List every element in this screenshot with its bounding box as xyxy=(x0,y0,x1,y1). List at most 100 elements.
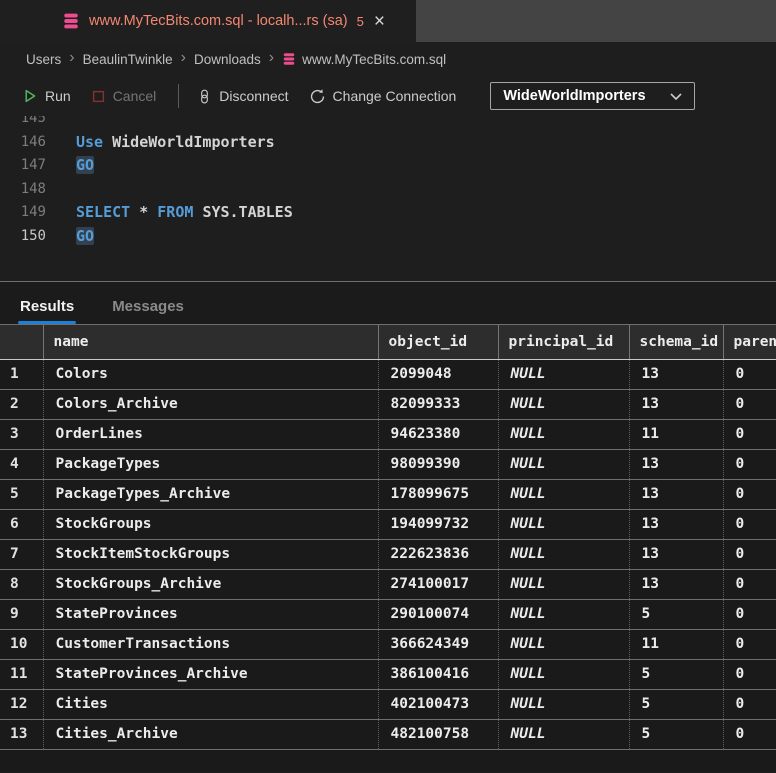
row-number-cell[interactable]: 11 xyxy=(0,659,43,689)
table-cell[interactable]: NULL xyxy=(498,599,629,629)
row-number-cell[interactable]: 5 xyxy=(0,479,43,509)
table-cell[interactable]: 366624349 xyxy=(378,629,498,659)
breadcrumb-item-users[interactable]: Users xyxy=(26,52,61,67)
table-cell[interactable]: 2099048 xyxy=(378,359,498,389)
table-cell[interactable]: NULL xyxy=(498,689,629,719)
table-row[interactable]: 11StateProvinces_Archive386100416NULL50 xyxy=(0,659,776,689)
table-cell[interactable]: 0 xyxy=(723,479,776,509)
row-number-cell[interactable]: 8 xyxy=(0,569,43,599)
table-cell[interactable]: NULL xyxy=(498,479,629,509)
table-cell[interactable]: NULL xyxy=(498,629,629,659)
table-cell[interactable]: 290100074 xyxy=(378,599,498,629)
table-cell[interactable]: OrderLines xyxy=(43,419,378,449)
breadcrumb-item-beaulintwinkle[interactable]: BeaulinTwinkle xyxy=(83,52,173,67)
column-header-schema_id[interactable]: schema_id xyxy=(629,325,723,359)
table-cell[interactable]: StateProvinces xyxy=(43,599,378,629)
table-cell[interactable]: NULL xyxy=(498,659,629,689)
tab-messages[interactable]: Messages xyxy=(112,298,184,315)
table-cell[interactable]: 13 xyxy=(629,389,723,419)
table-row[interactable]: 5PackageTypes_Archive178099675NULL130 xyxy=(0,479,776,509)
table-cell[interactable]: StateProvinces_Archive xyxy=(43,659,378,689)
table-cell[interactable]: NULL xyxy=(498,449,629,479)
table-cell[interactable]: 194099732 xyxy=(378,509,498,539)
table-row[interactable]: 1Colors2099048NULL130 xyxy=(0,359,776,389)
table-cell[interactable]: 0 xyxy=(723,659,776,689)
editor-tab[interactable]: www.MyTecBits.com.sql - localh...rs (sa)… xyxy=(0,0,416,42)
table-cell[interactable]: 386100416 xyxy=(378,659,498,689)
table-cell[interactable]: 5 xyxy=(629,689,723,719)
table-cell[interactable]: 11 xyxy=(629,629,723,659)
table-cell[interactable]: 0 xyxy=(723,419,776,449)
table-cell[interactable]: 0 xyxy=(723,689,776,719)
close-icon[interactable]: × xyxy=(374,12,385,31)
row-number-cell[interactable]: 1 xyxy=(0,359,43,389)
row-number-cell[interactable]: 6 xyxy=(0,509,43,539)
row-number-cell[interactable]: 12 xyxy=(0,689,43,719)
table-cell[interactable]: 0 xyxy=(723,389,776,419)
table-cell[interactable]: NULL xyxy=(498,419,629,449)
table-row[interactable]: 9StateProvinces290100074NULL50 xyxy=(0,599,776,629)
disconnect-button[interactable]: Disconnect xyxy=(197,88,288,104)
table-row[interactable]: 10CustomerTransactions366624349NULL110 xyxy=(0,629,776,659)
table-cell[interactable]: StockItemStockGroups xyxy=(43,539,378,569)
table-cell[interactable]: 0 xyxy=(723,449,776,479)
row-number-header[interactable] xyxy=(0,325,43,359)
table-cell[interactable]: 13 xyxy=(629,479,723,509)
table-row[interactable]: 6StockGroups194099732NULL130 xyxy=(0,509,776,539)
table-cell[interactable]: Colors_Archive xyxy=(43,389,378,419)
row-number-cell[interactable]: 2 xyxy=(0,389,43,419)
table-cell[interactable]: 94623380 xyxy=(378,419,498,449)
column-header-principal_id[interactable]: principal_id xyxy=(498,325,629,359)
table-cell[interactable]: 482100758 xyxy=(378,719,498,749)
table-row[interactable]: 3OrderLines94623380NULL110 xyxy=(0,419,776,449)
row-number-cell[interactable]: 10 xyxy=(0,629,43,659)
database-select-dropdown[interactable]: WideWorldImporters xyxy=(490,82,694,110)
table-cell[interactable]: 82099333 xyxy=(378,389,498,419)
table-cell[interactable]: NULL xyxy=(498,359,629,389)
table-cell[interactable]: 0 xyxy=(723,629,776,659)
breadcrumb-item-filename[interactable]: www.MyTecBits.com.sql xyxy=(302,52,446,67)
table-row[interactable]: 4PackageTypes98099390NULL130 xyxy=(0,449,776,479)
table-cell[interactable]: Cities xyxy=(43,689,378,719)
table-cell[interactable]: 0 xyxy=(723,539,776,569)
table-cell[interactable]: PackageTypes_Archive xyxy=(43,479,378,509)
table-cell[interactable]: 0 xyxy=(723,599,776,629)
breadcrumb-item-downloads[interactable]: Downloads xyxy=(194,52,261,67)
table-cell[interactable]: 13 xyxy=(629,509,723,539)
table-row[interactable]: 12Cities402100473NULL50 xyxy=(0,689,776,719)
table-cell[interactable]: Colors xyxy=(43,359,378,389)
table-cell[interactable]: 402100473 xyxy=(378,689,498,719)
table-cell[interactable]: 13 xyxy=(629,569,723,599)
column-header-object_id[interactable]: object_id xyxy=(378,325,498,359)
row-number-cell[interactable]: 3 xyxy=(0,419,43,449)
table-cell[interactable]: StockGroups_Archive xyxy=(43,569,378,599)
change-connection-button[interactable]: Change Connection xyxy=(309,88,457,105)
table-cell[interactable]: 13 xyxy=(629,539,723,569)
row-number-cell[interactable]: 9 xyxy=(0,599,43,629)
table-cell[interactable]: 0 xyxy=(723,719,776,749)
row-number-cell[interactable]: 4 xyxy=(0,449,43,479)
table-cell[interactable]: Cities_Archive xyxy=(43,719,378,749)
column-header-parent_object_id[interactable]: parent_object_id xyxy=(723,325,776,359)
table-cell[interactable]: 0 xyxy=(723,359,776,389)
sql-code-editor[interactable]: 145146Use WideWorldImporters147GO148149S… xyxy=(0,116,776,281)
table-cell[interactable]: 13 xyxy=(629,449,723,479)
run-button[interactable]: Run xyxy=(22,88,71,104)
column-header-name[interactable]: name xyxy=(43,325,378,359)
table-cell[interactable]: 5 xyxy=(629,719,723,749)
table-cell[interactable]: 5 xyxy=(629,599,723,629)
table-cell[interactable]: NULL xyxy=(498,539,629,569)
table-cell[interactable]: StockGroups xyxy=(43,509,378,539)
table-cell[interactable]: CustomerTransactions xyxy=(43,629,378,659)
table-cell[interactable]: PackageTypes xyxy=(43,449,378,479)
table-cell[interactable]: 5 xyxy=(629,659,723,689)
table-row[interactable]: 8StockGroups_Archive274100017NULL130 xyxy=(0,569,776,599)
row-number-cell[interactable]: 7 xyxy=(0,539,43,569)
cancel-button[interactable]: Cancel xyxy=(91,88,157,104)
table-cell[interactable]: 98099390 xyxy=(378,449,498,479)
table-cell[interactable]: NULL xyxy=(498,719,629,749)
table-cell[interactable]: 13 xyxy=(629,359,723,389)
table-cell[interactable]: 0 xyxy=(723,509,776,539)
table-cell[interactable]: NULL xyxy=(498,389,629,419)
table-cell[interactable]: NULL xyxy=(498,509,629,539)
